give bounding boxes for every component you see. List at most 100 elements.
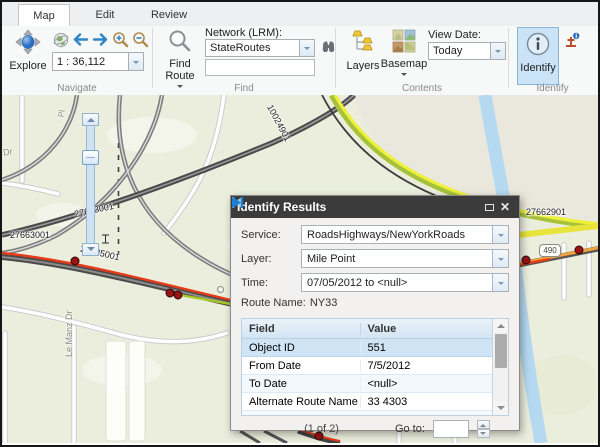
chevron-down-icon[interactable] (492, 274, 508, 291)
route-name-line: Route Name: NY33 (241, 297, 509, 313)
layer-combobox[interactable]: Mile Point (301, 249, 509, 268)
time-row: Time: 07/05/2012 to <null> (241, 273, 509, 292)
close-button[interactable]: ✕ (497, 199, 513, 215)
find-route-button[interactable]: Find Route (159, 29, 201, 91)
tab-edit[interactable]: Edit (80, 4, 130, 26)
chevron-down-icon[interactable] (492, 250, 508, 267)
identify-group-label: Identify (509, 83, 596, 94)
tab-map[interactable]: Map (18, 4, 70, 27)
scroll-down-button[interactable] (493, 402, 508, 415)
network-value: StateRoutes (206, 40, 299, 56)
map-zoom-slider[interactable] (82, 113, 99, 256)
scrollbar-track[interactable] (493, 332, 508, 402)
scale-value: 1 : 36,112 (53, 53, 128, 70)
find-route-label: Find Route (163, 58, 197, 82)
explore-icon (15, 29, 41, 58)
maximize-icon (485, 204, 494, 211)
time-combobox[interactable]: 07/05/2012 to <null> (301, 273, 509, 292)
zoom-in-icon[interactable] (112, 31, 129, 48)
next-page-button[interactable] (347, 422, 361, 436)
identify-button[interactable]: Identify (517, 27, 559, 85)
service-label: Service: (241, 229, 301, 241)
chevron-down-icon[interactable] (299, 40, 314, 56)
route-name-value: NY33 (310, 297, 338, 313)
zoom-slider-thumb[interactable] (82, 150, 99, 165)
dialog-title-bar[interactable]: Identify Results ✕ (231, 196, 519, 218)
explore-button[interactable]: Explore (7, 29, 49, 72)
down-triangle-icon (480, 432, 486, 438)
route-label: 27663001 (10, 230, 50, 240)
contents-group-label: Contents (336, 83, 508, 94)
zoom-out-button[interactable] (82, 243, 99, 256)
chevron-down-icon[interactable] (128, 53, 143, 70)
layer-row: Layer: Mile Point (241, 249, 509, 268)
spinner-up-button[interactable] (477, 420, 490, 429)
value-cell: 33 4303 (360, 396, 493, 408)
page-indicator: (1 of 2) (304, 423, 339, 435)
table-row[interactable]: Alternate Route Name 33 4303 (242, 393, 492, 411)
chevron-down-icon[interactable] (490, 43, 505, 59)
value-cell: 7/5/2012 (360, 360, 493, 372)
globe-icon[interactable] (52, 31, 69, 48)
route-label: 27662901 (526, 207, 566, 217)
value-column-header[interactable]: Value (360, 323, 493, 335)
up-triangle-icon (497, 320, 505, 328)
zoom-slider-track[interactable] (86, 125, 95, 244)
network-combobox[interactable]: StateRoutes (205, 39, 315, 57)
back-arrow-icon[interactable] (72, 31, 89, 48)
goto-input[interactable] (433, 420, 469, 438)
layers-label: Layers (346, 60, 379, 72)
scroll-up-button[interactable] (493, 319, 508, 332)
down-triangle-icon (497, 406, 505, 414)
route-shield: 490 (539, 244, 561, 257)
field-column-header[interactable]: Field (242, 323, 360, 335)
navigate-icon-row (52, 31, 149, 48)
table-row[interactable]: Object ID 551 (242, 339, 492, 357)
goto-label: Go to: (395, 423, 425, 435)
down-triangle-icon (87, 247, 95, 255)
value-cell: <null> (360, 378, 493, 390)
basemap-label: Basemap (381, 58, 427, 70)
partial-table-row (242, 411, 492, 415)
table-row[interactable]: From Date 7/5/2012 (242, 357, 492, 375)
identify-route-characteristics-icon[interactable] (563, 32, 580, 54)
dialog-title: Identify Results (237, 200, 481, 214)
first-page-button[interactable] (260, 422, 274, 436)
scrollbar-thumb[interactable] (495, 334, 507, 368)
previous-page-button[interactable] (282, 422, 296, 436)
identify-results-dialog: Identify Results ✕ Service: RoadsHighway… (230, 195, 520, 431)
table-row[interactable]: To Date <null> (242, 375, 492, 393)
layers-button[interactable]: Layers (345, 29, 381, 72)
ribbon-body: Explore (2, 26, 598, 95)
map-view[interactable]: 27663001 27663001 27935001 27662901 1002… (2, 95, 598, 443)
identify-icon (525, 31, 551, 60)
scale-combobox[interactable]: 1 : 36,112 (52, 52, 144, 71)
table-scrollbar[interactable] (492, 319, 508, 415)
ribbon-tabstrip: Map Edit Review (2, 2, 598, 26)
street-label: Pl (57, 109, 67, 118)
layer-value: Mile Point (302, 250, 492, 267)
time-label: Time: (241, 277, 301, 289)
maximize-button[interactable] (481, 199, 497, 215)
service-value: RoadsHighways/NewYorkRoads (302, 226, 492, 243)
layer-label: Layer: (241, 253, 301, 265)
zoom-out-icon[interactable] (132, 31, 149, 48)
spinner-down-button[interactable] (477, 429, 490, 438)
find-route-icon (168, 29, 192, 56)
forward-arrow-icon[interactable] (92, 31, 109, 48)
goto-spinner[interactable] (477, 420, 490, 438)
basemap-button[interactable]: Basemap (384, 29, 424, 79)
chevron-down-icon[interactable] (492, 226, 508, 243)
group-separator (152, 28, 153, 88)
group-separator (508, 28, 509, 88)
street-label: Le Manz Dr (64, 310, 74, 357)
tab-review[interactable]: Review (140, 4, 198, 26)
last-page-button[interactable] (369, 422, 383, 436)
table-header-row: Field Value (242, 319, 492, 339)
view-date-combobox[interactable]: Today (428, 42, 506, 60)
time-value: 07/05/2012 to <null> (302, 274, 492, 291)
service-combobox[interactable]: RoadsHighways/NewYorkRoads (301, 225, 509, 244)
basemap-icon (392, 29, 416, 56)
route-search-input[interactable] (205, 59, 315, 76)
field-cell: From Date (242, 360, 360, 372)
